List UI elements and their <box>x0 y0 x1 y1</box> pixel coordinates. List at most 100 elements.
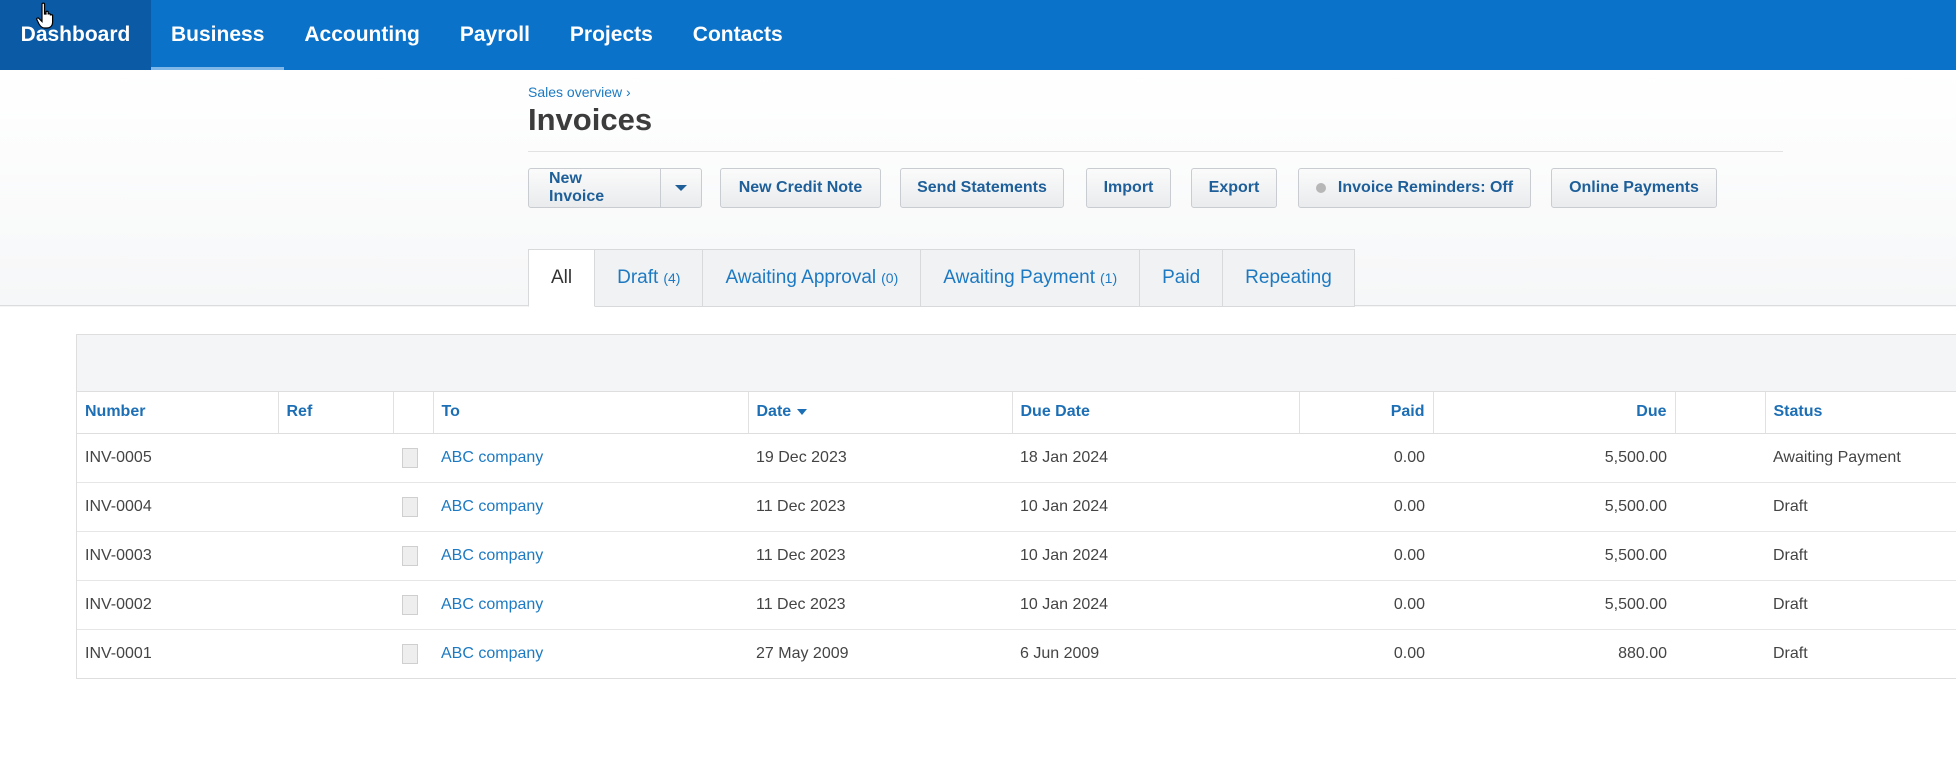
invoice-status-tabs: All Draft (4) Awaiting Approval (0) Awaiti… <box>528 249 1355 307</box>
invoice-status: Draft <box>1765 482 1956 532</box>
column-header-paid[interactable]: Paid <box>1299 392 1434 434</box>
caret-down-icon <box>797 409 808 416</box>
import-button[interactable]: Import <box>1086 168 1171 208</box>
table-row[interactable]: INV-0004 ABC company 11 Dec 2023 10 Jan … <box>77 482 1956 532</box>
invoice-due: 5,500.00 <box>1433 580 1675 630</box>
document-icon[interactable] <box>402 496 418 517</box>
column-header-attachment <box>393 392 434 434</box>
column-header-due[interactable]: Due <box>1433 392 1676 434</box>
hand-pointer-icon <box>36 2 54 29</box>
attachment-cell <box>393 580 433 630</box>
invoice-due-date: 18 Jan 2024 <box>1012 433 1299 483</box>
nav-item-dashboard[interactable]: Dashboard <box>0 0 151 70</box>
invoice-table: Number Ref To Date Due Date Paid Due Sta… <box>77 392 1956 678</box>
nav-item-accounting[interactable]: Accounting <box>284 0 440 70</box>
table-row[interactable]: INV-0001 ABC company 27 May 2009 6 Jun 2… <box>77 629 1956 678</box>
invoice-ref <box>278 580 393 630</box>
nav-item-label: Payroll <box>459 23 530 46</box>
tab-all[interactable]: All <box>528 249 596 307</box>
spacer-cell <box>1675 580 1765 630</box>
invoice-contact-link[interactable]: ABC company <box>433 482 748 532</box>
invoice-reminders-button[interactable]: Invoice Reminders: Off <box>1298 168 1531 208</box>
table-row[interactable]: INV-0002 ABC company 11 Dec 2023 10 Jan … <box>77 580 1956 630</box>
invoice-paid: 0.00 <box>1299 482 1433 532</box>
column-header-due-date[interactable]: Due Date <box>1012 392 1300 434</box>
invoice-number[interactable]: INV-0003 <box>77 531 278 581</box>
new-invoice-split-button: New Invoice <box>528 168 702 208</box>
invoice-ref <box>278 629 393 678</box>
invoice-status: Awaiting Payment <box>1765 433 1956 483</box>
column-header-to[interactable]: To <box>433 392 749 434</box>
table-row[interactable]: INV-0005 ABC company 19 Dec 2023 18 Jan … <box>77 433 1956 483</box>
invoice-contact-link[interactable]: ABC company <box>433 629 748 678</box>
spacer-cell <box>1675 433 1765 483</box>
button-label: Export <box>1208 179 1260 196</box>
invoice-number[interactable]: INV-0001 <box>77 629 278 678</box>
invoice-due: 880.00 <box>1618 644 1667 662</box>
invoice-date: 27 May 2009 <box>756 644 849 662</box>
spacer-cell <box>1675 629 1765 678</box>
button-label: New Credit Note <box>738 179 863 196</box>
button-label: Invoice Reminders: Off <box>1337 179 1514 196</box>
invoice-date: 11 Dec 2023 <box>748 482 1012 532</box>
invoice-grid: Number Ref To Date Due Date Paid Due Sta… <box>76 334 1956 679</box>
nav-item-label: Accounting <box>304 23 420 46</box>
tab-label: Awaiting Approval <box>725 267 877 288</box>
invoice-number[interactable]: INV-0002 <box>77 580 278 630</box>
new-invoice-dropdown-button[interactable] <box>661 169 701 207</box>
spacer-cell <box>1675 482 1765 532</box>
invoice-status: Draft <box>1765 531 1956 581</box>
invoice-date: 11 Dec 2023 <box>748 580 1012 630</box>
invoice-contact-link[interactable]: ABC company <box>433 433 748 483</box>
invoice-status: Draft <box>1765 580 1956 630</box>
invoice-date: 11 Dec 2023 <box>748 531 1012 581</box>
tab-label: Draft <box>617 267 659 288</box>
export-button[interactable]: Export <box>1191 168 1277 208</box>
button-label: Import <box>1103 179 1154 196</box>
tab-awaiting-approval[interactable]: Awaiting Approval (0) <box>703 249 922 307</box>
nav-item-business[interactable]: Business <box>151 0 285 70</box>
attachment-cell <box>393 629 433 678</box>
tab-count: (4) <box>663 270 681 286</box>
invoice-due-date: 10 Jan 2024 <box>1012 531 1299 581</box>
send-statements-button[interactable]: Send Statements <box>900 168 1064 208</box>
invoice-number[interactable]: INV-0004 <box>77 482 278 532</box>
document-icon[interactable] <box>402 447 418 468</box>
invoice-ref <box>278 531 393 581</box>
attachment-cell <box>393 433 433 483</box>
document-icon[interactable] <box>402 643 418 664</box>
invoice-due: 5,500.00 <box>1433 531 1675 581</box>
tab-paid[interactable]: Paid <box>1140 249 1224 307</box>
table-row[interactable]: INV-0003 ABC company 11 Dec 2023 10 Jan … <box>77 531 1956 581</box>
new-credit-note-button[interactable]: New Credit Note <box>720 168 881 208</box>
tab-label: All <box>551 267 573 288</box>
top-navigation: Dashboard Business Accounting Payroll Pr… <box>0 0 1956 70</box>
nav-item-label: Contacts <box>692 23 783 46</box>
button-label: Online Payments <box>1569 179 1699 196</box>
nav-item-projects[interactable]: Projects <box>550 0 673 70</box>
column-header-label: Date <box>756 403 792 421</box>
tab-draft[interactable]: Draft (4) <box>595 249 704 307</box>
document-icon[interactable] <box>402 545 418 566</box>
tab-awaiting-payment[interactable]: Awaiting Payment (1) <box>921 249 1141 307</box>
invoice-contact-link[interactable]: ABC company <box>433 531 748 581</box>
tab-count: (0) <box>881 270 899 286</box>
invoice-due-date: 6 Jun 2009 <box>1020 644 1100 662</box>
online-payments-button[interactable]: Online Payments <box>1551 168 1717 208</box>
new-invoice-button[interactable]: New Invoice <box>529 169 662 207</box>
column-header-status[interactable]: Status <box>1765 392 1956 434</box>
nav-item-payroll[interactable]: Payroll <box>440 0 550 70</box>
invoice-contact-link[interactable]: ABC company <box>433 580 748 630</box>
nav-item-contacts[interactable]: Contacts <box>673 0 803 70</box>
document-icon[interactable] <box>402 594 418 615</box>
tab-repeating[interactable]: Repeating <box>1223 249 1355 307</box>
invoice-number[interactable]: INV-0005 <box>77 433 278 483</box>
column-header-number[interactable]: Number <box>77 392 279 434</box>
column-header-date[interactable]: Date <box>748 392 1013 434</box>
nav-item-label: Business <box>171 23 265 46</box>
tab-label: Repeating <box>1245 267 1332 288</box>
column-header-ref[interactable]: Ref <box>278 392 394 434</box>
tab-label: Awaiting Payment <box>943 267 1095 288</box>
spacer-cell <box>1675 531 1765 581</box>
breadcrumb-sales-overview[interactable]: Sales overview › <box>528 84 631 100</box>
